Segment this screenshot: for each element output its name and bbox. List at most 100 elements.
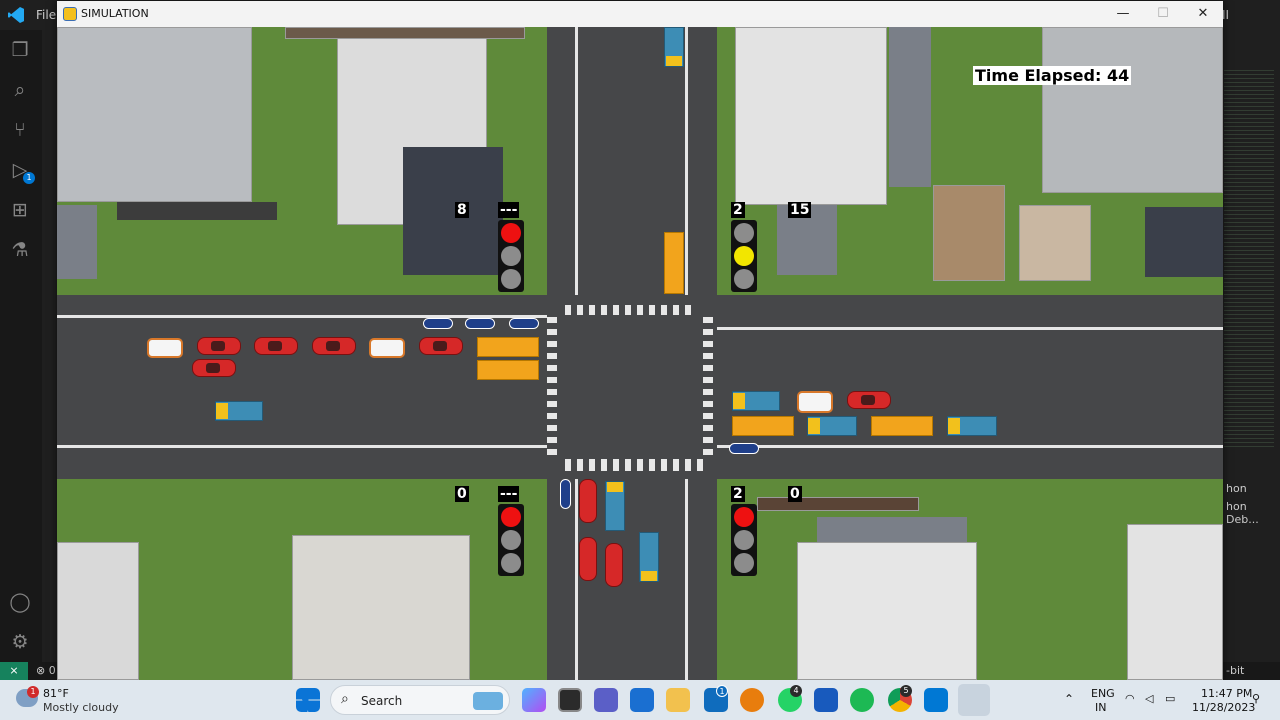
signal-green-icon bbox=[734, 553, 754, 573]
weather-temp[interactable]: 81°F bbox=[43, 687, 69, 700]
search-icon: ⌕ bbox=[341, 691, 349, 707]
bus bbox=[871, 416, 933, 436]
blender-icon[interactable] bbox=[740, 688, 764, 712]
traffic-light-nw bbox=[498, 220, 524, 292]
signal-yellow-icon bbox=[501, 530, 521, 550]
signal-sw-countdown: --- bbox=[498, 486, 520, 502]
spotify-icon[interactable] bbox=[850, 688, 874, 712]
minimize-button[interactable]: — bbox=[1103, 1, 1143, 27]
vscode-taskbar-icon[interactable] bbox=[924, 688, 948, 712]
signal-yellow-icon bbox=[501, 246, 521, 266]
house-roof-nw1 bbox=[57, 27, 252, 202]
mail-badge: 1 bbox=[716, 685, 728, 697]
extensions-icon[interactable]: ⊞ bbox=[8, 198, 32, 222]
battery-icon[interactable]: ▭ bbox=[1165, 692, 1175, 705]
signal-se-timer: 2 bbox=[731, 486, 745, 502]
account-icon[interactable]: ◯ bbox=[8, 590, 32, 614]
store-icon[interactable] bbox=[630, 688, 654, 712]
encoding-status[interactable]: -bit bbox=[1226, 664, 1244, 677]
explorer-icon[interactable]: ❐ bbox=[8, 38, 32, 62]
motorbike bbox=[560, 479, 571, 509]
maximize-button[interactable]: ☐ bbox=[1143, 1, 1183, 27]
car bbox=[605, 543, 623, 587]
signal-red-icon bbox=[734, 507, 754, 527]
copilot-icon[interactable] bbox=[522, 688, 546, 712]
vscode-logo-icon bbox=[8, 7, 24, 23]
signal-green-icon bbox=[501, 553, 521, 573]
remote-icon[interactable]: ⨯ bbox=[0, 662, 28, 680]
window-title: SIMULATION bbox=[81, 7, 149, 20]
testing-icon[interactable]: ⚗ bbox=[8, 238, 32, 262]
signal-green-icon bbox=[501, 269, 521, 289]
weather-badge: 1 bbox=[27, 686, 39, 698]
signal-yellow-icon bbox=[734, 530, 754, 550]
problems-count[interactable]: ⊗ 0 bbox=[36, 664, 56, 677]
house-nw2-shadow bbox=[403, 147, 503, 275]
settings-gear-icon[interactable]: ⚙ bbox=[8, 630, 32, 654]
car bbox=[579, 479, 597, 523]
search-placeholder: Search bbox=[361, 694, 403, 708]
signal-red-icon bbox=[734, 223, 754, 243]
taskbar-search[interactable]: ⌕ Search bbox=[330, 685, 510, 715]
file-explorer-icon[interactable] bbox=[666, 688, 690, 712]
truck bbox=[947, 416, 997, 436]
clock-time[interactable]: 11:47 PM bbox=[1201, 687, 1252, 700]
windows-start-icon[interactable] bbox=[296, 688, 320, 712]
house-nw1-shadow bbox=[57, 205, 97, 279]
window-titlebar: SIMULATION — ☐ ✕ bbox=[57, 1, 1223, 27]
notification-bell-icon[interactable]: ⚲ bbox=[1252, 692, 1260, 705]
house-roof-ne2 bbox=[933, 185, 1005, 281]
signal-red-icon bbox=[501, 507, 521, 527]
traffic-light-se bbox=[731, 504, 757, 576]
motorbike bbox=[509, 318, 539, 329]
signal-green-icon bbox=[734, 269, 754, 289]
car bbox=[254, 337, 298, 355]
panel-line-2[interactable]: hon Deb... bbox=[1226, 500, 1280, 526]
motorbike bbox=[423, 318, 453, 329]
house-ne1-annex bbox=[889, 27, 931, 187]
debug-badge: 1 bbox=[23, 172, 35, 184]
simulation-taskbar-button[interactable] bbox=[958, 684, 990, 716]
weather-desc[interactable]: Mostly cloudy bbox=[43, 701, 119, 714]
rickshaw bbox=[147, 338, 183, 358]
truck bbox=[215, 401, 263, 421]
simulation-canvas: Time Elapsed: 44 8 --- 2 15 0 --- 2 0 bbox=[57, 27, 1223, 680]
bus bbox=[732, 416, 794, 436]
pygame-icon bbox=[63, 7, 77, 21]
menu-file[interactable]: File bbox=[36, 8, 56, 22]
lane-line-n-left bbox=[575, 27, 578, 295]
truck bbox=[807, 416, 857, 436]
source-control-icon[interactable]: ⑂ bbox=[8, 118, 32, 142]
panel-line-1: hon bbox=[1226, 482, 1247, 495]
lane-line-e-top bbox=[717, 327, 1223, 330]
signal-yellow-icon bbox=[734, 246, 754, 266]
close-button[interactable]: ✕ bbox=[1183, 1, 1223, 27]
minimap[interactable] bbox=[1224, 70, 1274, 450]
task-view-icon[interactable] bbox=[558, 688, 582, 712]
clock-date[interactable]: 11/28/2023 bbox=[1192, 701, 1255, 714]
truck bbox=[605, 481, 625, 531]
lane-line-e-bottom bbox=[717, 445, 1223, 448]
signal-nw-timer: 8 bbox=[455, 202, 469, 218]
teams-icon[interactable] bbox=[594, 688, 618, 712]
wifi-icon[interactable]: ◠ bbox=[1125, 692, 1135, 705]
activity-bar: ❐ ⌕ ⑂ ▷ 1 ⊞ ⚗ ◯ ⚙ bbox=[0, 30, 42, 662]
region-label[interactable]: IN bbox=[1095, 701, 1106, 714]
bus bbox=[664, 232, 684, 294]
language-label[interactable]: ENG bbox=[1091, 687, 1115, 700]
pause-button[interactable]: ⅠⅠ bbox=[1222, 8, 1229, 22]
car bbox=[192, 359, 236, 377]
word-icon[interactable] bbox=[814, 688, 838, 712]
whatsapp-badge: 4 bbox=[790, 685, 802, 697]
tray-overflow-icon[interactable]: ⌃ bbox=[1064, 692, 1074, 706]
house-roof-ne1 bbox=[735, 27, 887, 205]
bus bbox=[477, 337, 539, 357]
house-roof-se2 bbox=[1127, 524, 1223, 680]
lane-line-s-right bbox=[685, 479, 688, 680]
crosswalk-east bbox=[703, 317, 713, 455]
run-debug-icon[interactable]: ▷ 1 bbox=[8, 158, 35, 184]
lane-line-w-bottom bbox=[57, 445, 547, 448]
search-icon[interactable]: ⌕ bbox=[8, 78, 32, 102]
car bbox=[197, 337, 241, 355]
volume-icon[interactable]: ◁ bbox=[1145, 692, 1153, 705]
